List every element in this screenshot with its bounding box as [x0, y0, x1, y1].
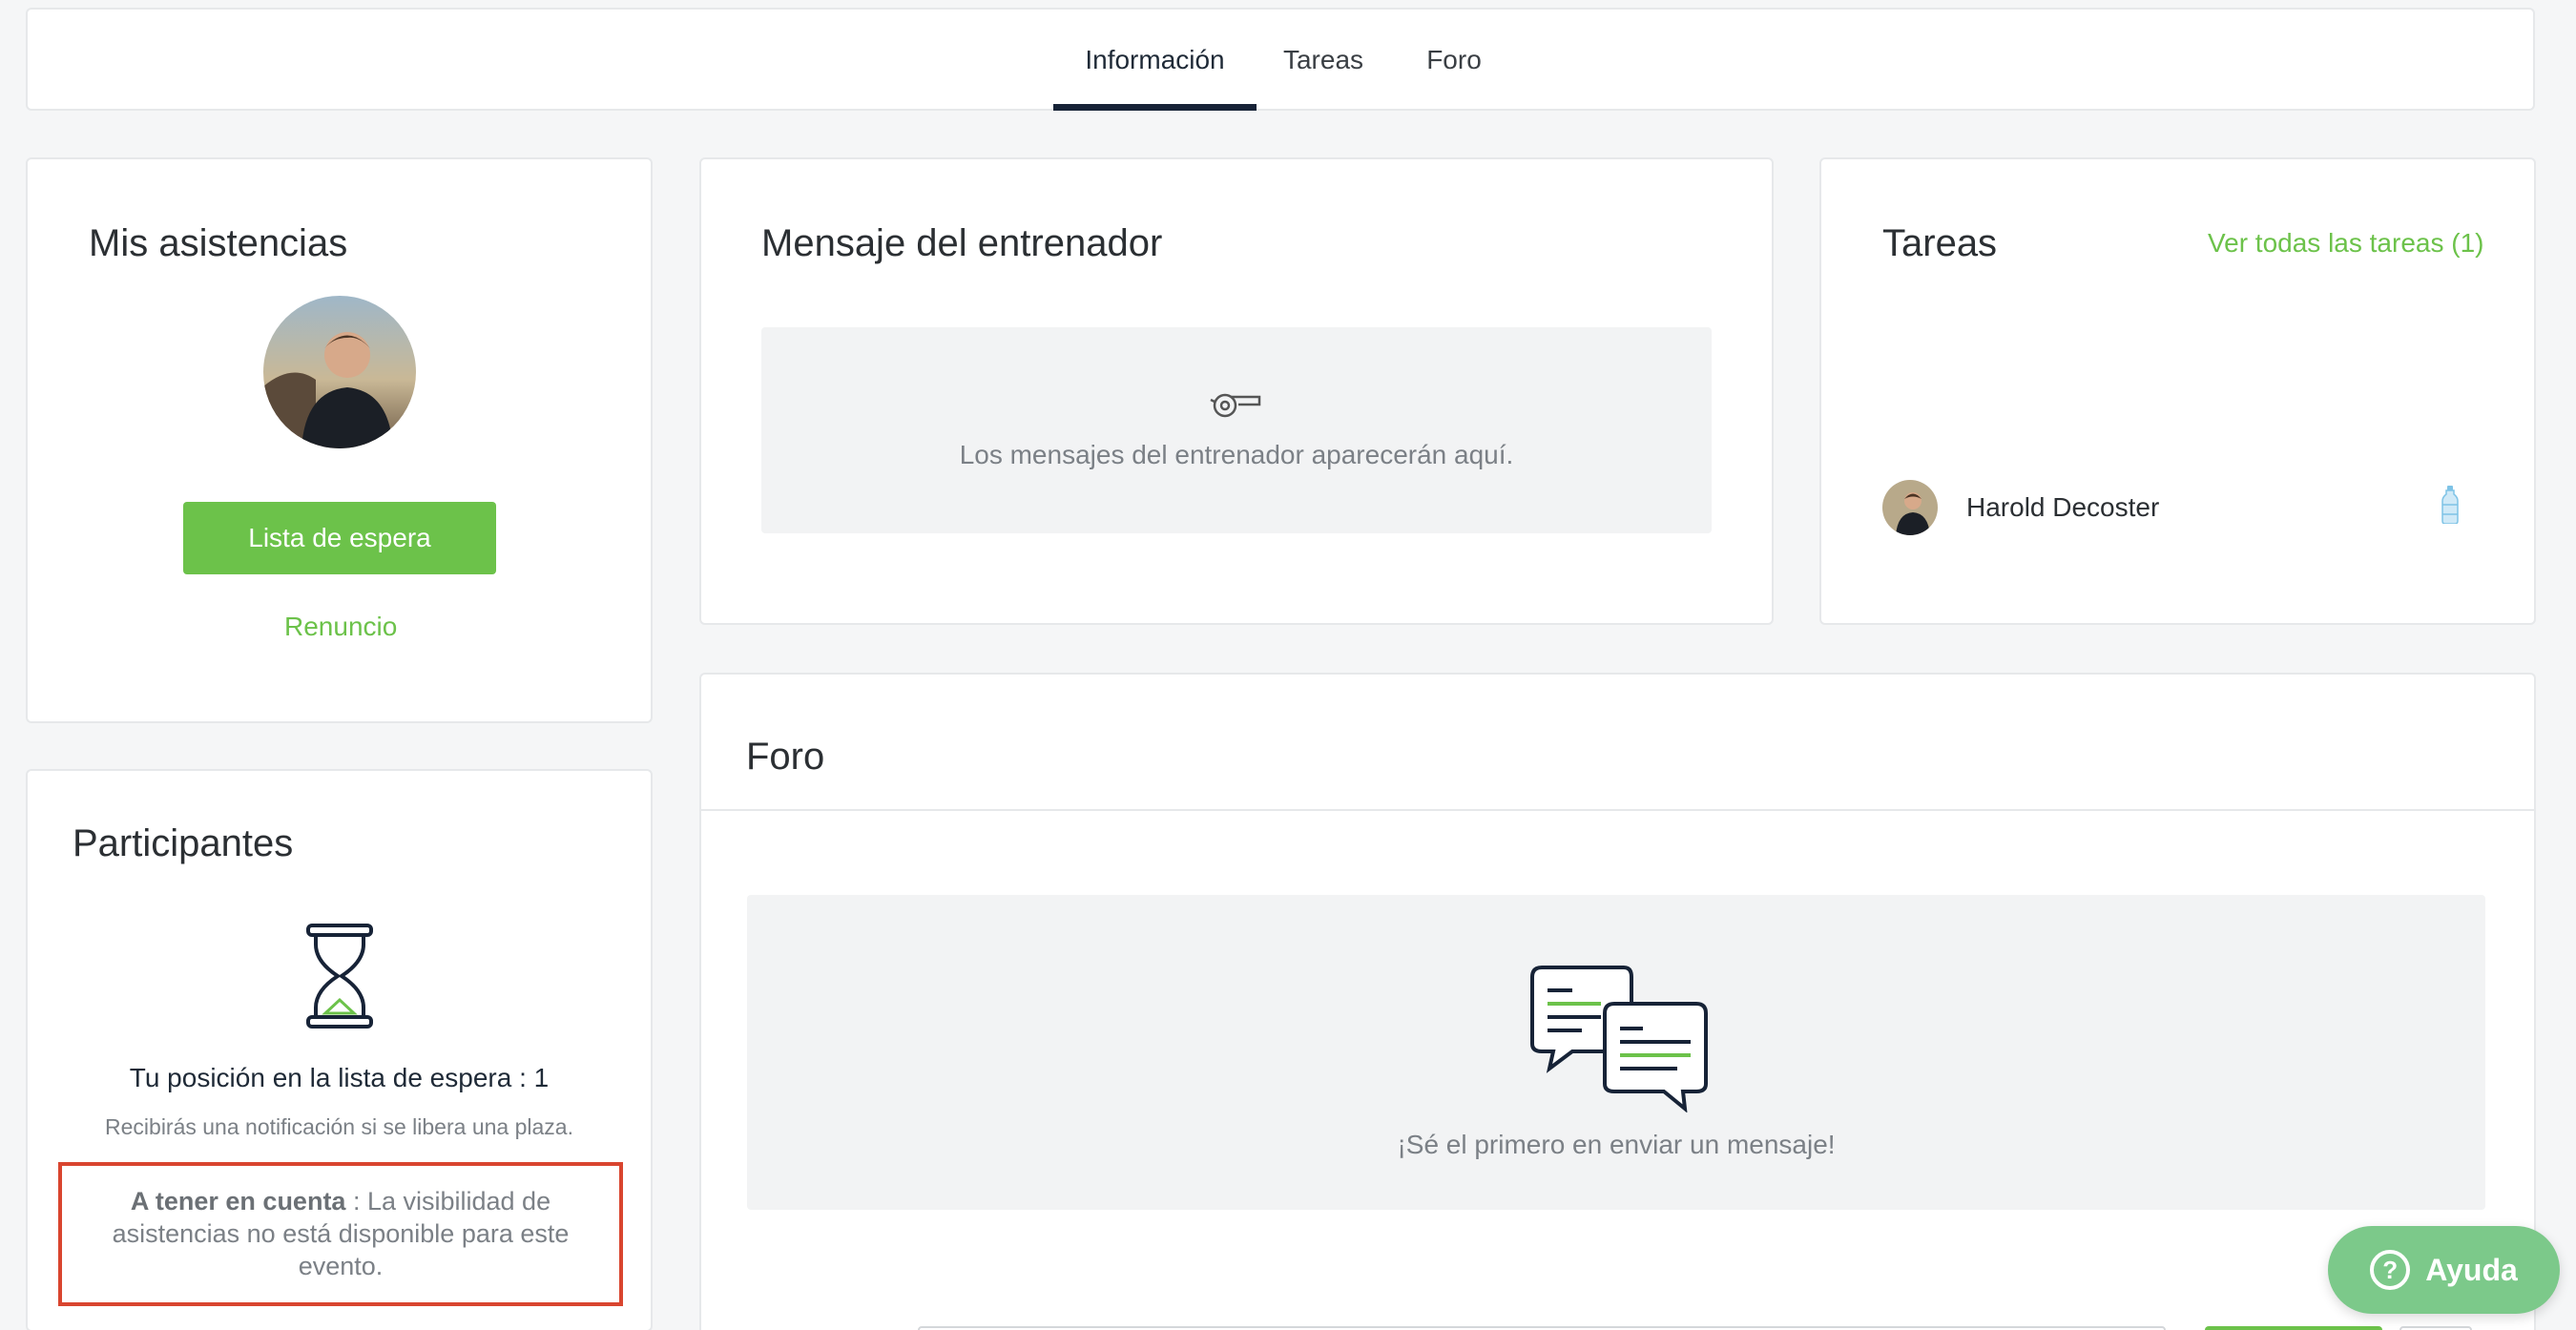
help-button[interactable]: ? Ayuda	[2328, 1226, 2560, 1314]
participantes-title: Participantes	[73, 822, 294, 864]
question-icon: ?	[2370, 1250, 2411, 1290]
water-bottle-icon[interactable]	[2441, 486, 2459, 529]
tab-tareas[interactable]: Tareas	[1280, 10, 1366, 111]
foro-send-button[interactable]	[2205, 1326, 2382, 1330]
mensaje-empty-text: Los mensajes del entrenador aparecerán a…	[959, 440, 1514, 469]
notice-label: A tener en cuenta	[130, 1187, 346, 1216]
foro-attach-button[interactable]	[2399, 1326, 2472, 1330]
avatar	[263, 296, 416, 448]
foro-title: Foro	[746, 736, 825, 778]
whistle-icon	[1210, 388, 1263, 426]
view-all-tasks-link[interactable]: Ver todas las tareas (1)	[2208, 228, 2483, 259]
assignee-name: Harold Decoster	[1966, 492, 2160, 522]
tab-foro[interactable]: Foro	[1421, 10, 1487, 111]
notify-text: Recibirás una notificación si se libera …	[105, 1114, 573, 1139]
asistencias-card: Mis asistencias Lista de espera Renuncio	[26, 157, 653, 723]
foro-empty-text: ¡Sé el primero en enviar un mensaje!	[1397, 1130, 1836, 1159]
mensaje-title: Mensaje del entrenador	[761, 222, 1163, 264]
chat-bubbles-icon	[1525, 960, 1712, 1117]
tab-informacion[interactable]: Información	[1053, 10, 1257, 111]
foro-empty-box: ¡Sé el primero en enviar un mensaje!	[747, 895, 2485, 1210]
visibility-notice: A tener en cuenta : La visibilidad de as…	[58, 1162, 623, 1306]
foro-content: ¡Sé el primero en enviar un mensaje!	[701, 809, 2534, 1330]
tareas-title: Tareas	[1882, 222, 1998, 264]
mensaje-card: Mensaje del entrenador Los mensajes del …	[699, 157, 1774, 625]
hourglass-icon	[306, 924, 373, 1033]
tab-bar: Información Tareas Foro	[26, 8, 2535, 111]
foro-card: Foro ¡Sé el primero en enviar un mensaje…	[699, 673, 2536, 1330]
waitlist-button[interactable]: Lista de espera	[183, 502, 496, 574]
asistencias-title: Mis asistencias	[89, 222, 348, 264]
foro-message-input[interactable]	[918, 1326, 2166, 1330]
help-label: Ayuda	[2425, 1252, 2518, 1287]
waitlist-position: Tu posición en la lista de espera : 1	[129, 1063, 550, 1092]
mensaje-empty-box: Los mensajes del entrenador aparecerán a…	[761, 327, 1712, 533]
tareas-card: Tareas Ver todas las tareas (1) Harold D…	[1819, 157, 2536, 625]
assignee-avatar	[1882, 480, 1938, 535]
renounce-link[interactable]: Renuncio	[284, 612, 397, 642]
